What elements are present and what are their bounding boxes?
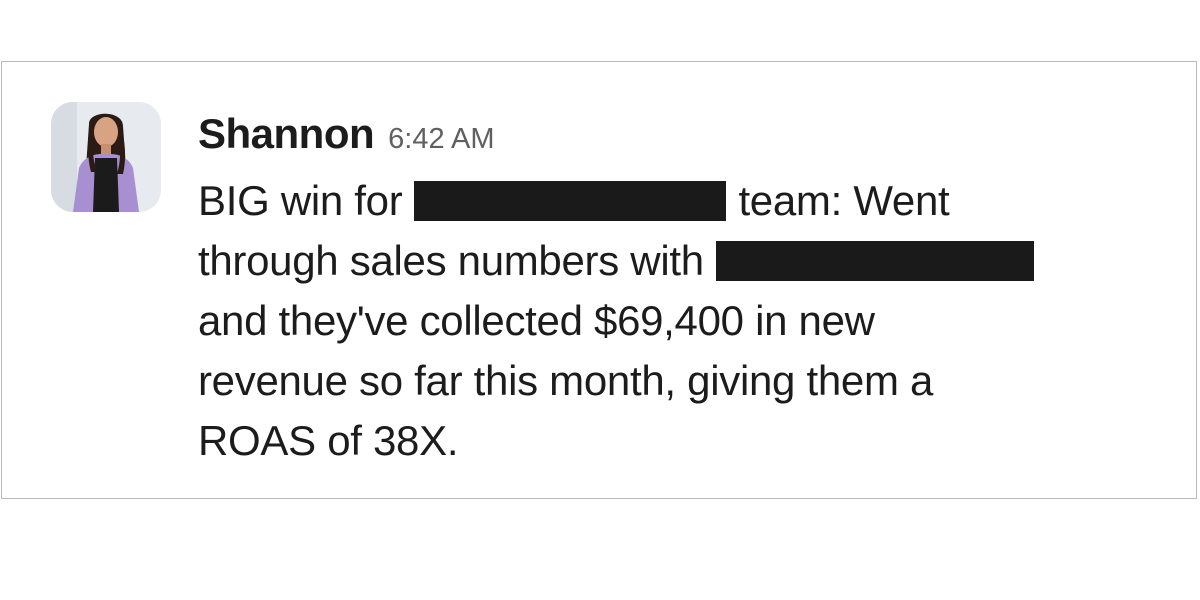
avatar[interactable]: [51, 102, 161, 212]
message-line: and they've collected $69,400 in new: [198, 297, 875, 344]
sender-name[interactable]: Shannon: [198, 110, 375, 157]
message-line: BIG win for team: Went: [198, 171, 1158, 231]
redacted-block: [414, 181, 727, 221]
message-line: through sales numbers with: [198, 231, 1158, 291]
message-line-text: through sales numbers with: [198, 237, 704, 284]
message-text: BIG win for team: Went through sales numb…: [198, 171, 1158, 471]
message-header: Shannon 6:42 AM: [198, 110, 495, 158]
message-line-text: team: Went: [738, 177, 950, 224]
redacted-block: [715, 241, 1034, 281]
page: Shannon 6:42 AM BIG win for team: Went th…: [0, 0, 1200, 600]
message-line: ROAS of 38X.: [198, 417, 459, 464]
message-line-text: BIG win for: [198, 177, 403, 224]
message-card: Shannon 6:42 AM BIG win for team: Went th…: [1, 61, 1197, 499]
profile-photo-icon: [51, 102, 161, 212]
message-timestamp[interactable]: 6:42 AM: [388, 123, 494, 155]
message-line: revenue so far this month, giving them a: [198, 357, 934, 404]
